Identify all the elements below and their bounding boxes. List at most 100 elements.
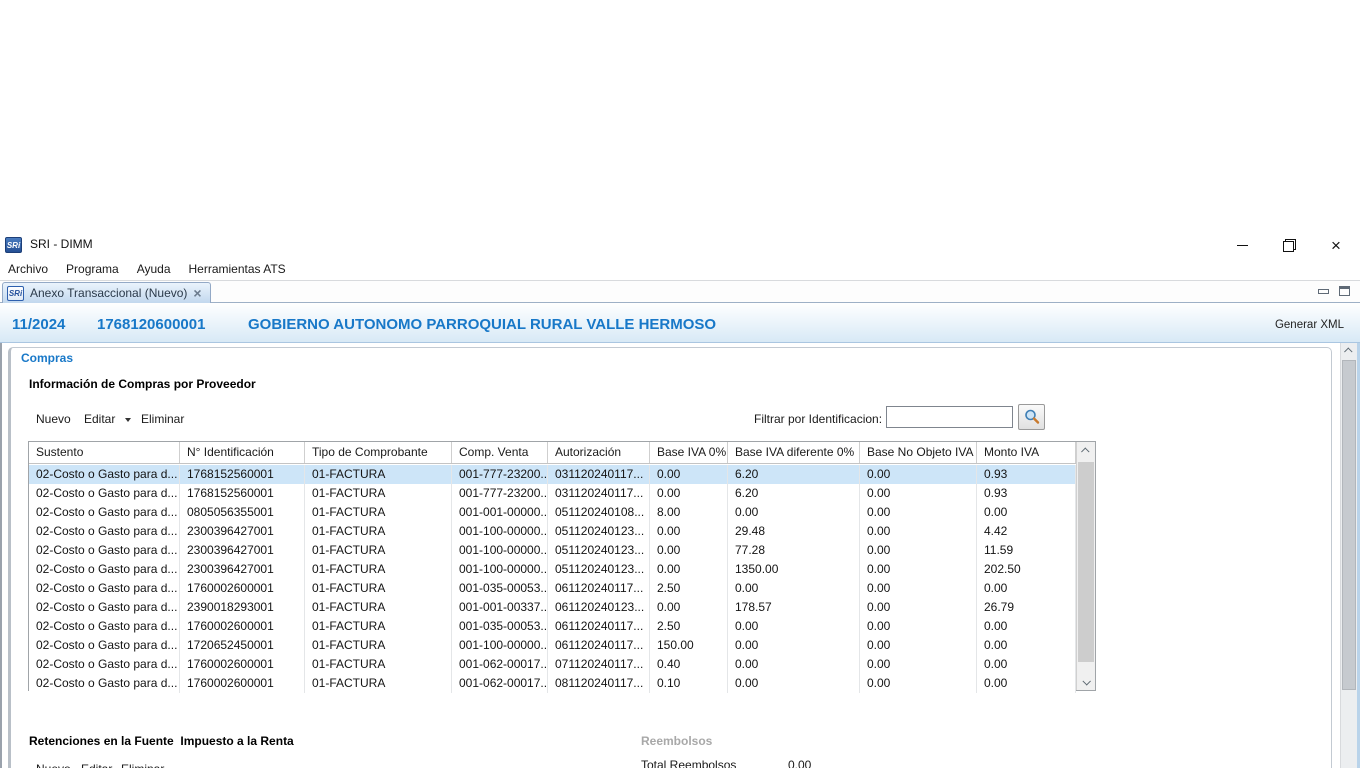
column-header[interactable]: Base IVA diferente 0% (728, 442, 860, 463)
tab-anexo-transaccional[interactable]: SRi Anexo Transaccional (Nuevo) × (2, 282, 211, 303)
filter-input[interactable] (886, 406, 1013, 428)
content-scrollbar[interactable] (1340, 343, 1357, 768)
retenciones-nuevo-button[interactable]: Nuevo (36, 762, 71, 768)
table-cell: 0805056355001 (180, 503, 305, 522)
table-row[interactable]: 02-Costo o Gasto para d...17681525600010… (29, 484, 1076, 503)
table-cell: 0.00 (860, 617, 977, 636)
table-cell: 0.00 (860, 560, 977, 579)
menu-ayuda[interactable]: Ayuda (137, 260, 180, 278)
table-row[interactable]: 02-Costo o Gasto para d...17600026000010… (29, 674, 1076, 693)
table-row[interactable]: 02-Costo o Gasto para d...23003964270010… (29, 560, 1076, 579)
table-cell: 001-100-00000... (452, 636, 548, 655)
table-cell: 0.00 (860, 598, 977, 617)
column-header[interactable]: Sustento (29, 442, 180, 463)
table-row[interactable]: 02-Costo o Gasto para d...17681525600010… (29, 465, 1076, 484)
table-cell: 0.00 (860, 579, 977, 598)
table-row[interactable]: 02-Costo o Gasto para d...23003964270010… (29, 541, 1076, 560)
table-cell: 202.50 (977, 560, 1076, 579)
table-cell: 001-100-00000... (452, 560, 548, 579)
content-area: Compras Información de Compras por Prove… (0, 343, 1360, 768)
taxpayer-name-label: GOBIERNO AUTONOMO PARROQUIAL RURAL VALLE… (248, 316, 716, 333)
table-cell: 0.40 (650, 655, 728, 674)
minimize-button[interactable] (1225, 232, 1259, 258)
column-header[interactable]: Base No Objeto IVA (860, 442, 977, 463)
editar-dropdown-icon[interactable] (125, 418, 131, 422)
app-logo-icon: SRi (5, 237, 22, 253)
table-scrollbar[interactable] (1076, 442, 1095, 690)
generar-xml-button[interactable]: Generar XML (1275, 319, 1344, 331)
table-cell: 0.00 (977, 503, 1076, 522)
close-button[interactable]: × (1319, 232, 1353, 258)
table-row[interactable]: 02-Costo o Gasto para d...08050563550010… (29, 503, 1076, 522)
table-cell: 01-FACTURA (305, 674, 452, 693)
column-header[interactable]: Tipo de Comprobante (305, 442, 452, 463)
tab-close-icon[interactable]: × (193, 286, 201, 300)
reembolsos-title: Reembolsos (641, 734, 712, 748)
menu-archivo[interactable]: Archivo (8, 260, 57, 278)
table-cell: 061120240117... (548, 617, 650, 636)
menu-herramientas-ats[interactable]: Herramientas ATS (189, 260, 295, 278)
retenciones-eliminar-button[interactable]: Eliminar (121, 762, 164, 768)
table-cell: 0.00 (650, 560, 728, 579)
table-cell: 1350.00 (728, 560, 860, 579)
table-cell: 02-Costo o Gasto para d... (29, 598, 180, 617)
table-cell: 2300396427001 (180, 560, 305, 579)
table-header-row: SustentoN° IdentificaciónTipo de Comprob… (29, 442, 1076, 464)
table-cell: 0.93 (977, 465, 1076, 484)
table-cell: 0.00 (860, 522, 977, 541)
table-cell: 0.00 (650, 465, 728, 484)
search-button[interactable] (1018, 404, 1045, 430)
table-row[interactable]: 02-Costo o Gasto para d...17600026000010… (29, 655, 1076, 674)
table-row[interactable]: 02-Costo o Gasto para d...17600026000010… (29, 579, 1076, 598)
column-header[interactable]: N° Identificación (180, 442, 305, 463)
table-cell: 0.00 (977, 655, 1076, 674)
scroll-down-button[interactable] (1077, 673, 1095, 690)
table-scrollbar-thumb[interactable] (1078, 462, 1094, 662)
table-row[interactable]: 02-Costo o Gasto para d...23900182930010… (29, 598, 1076, 617)
search-icon (1023, 408, 1041, 426)
table-cell: 0.00 (650, 598, 728, 617)
scroll-up-button[interactable] (1077, 442, 1095, 459)
editar-button[interactable]: Editar (84, 412, 115, 426)
ruc-label: 1768120600001 (97, 316, 205, 333)
restore-button[interactable] (1272, 232, 1306, 258)
window-controls: × (1225, 232, 1353, 258)
table-cell: 77.28 (728, 541, 860, 560)
table-row[interactable]: 02-Costo o Gasto para d...1760002600001 0… (29, 617, 1076, 636)
column-header[interactable]: Autorización (548, 442, 650, 463)
retenciones-editar-button[interactable]: Editar (81, 762, 112, 768)
table-cell: 1760002600001 (180, 617, 305, 636)
table-cell: 0.10 (650, 674, 728, 693)
table-cell: 0.00 (860, 465, 977, 484)
table-body: 02-Costo o Gasto para d...17681525600010… (29, 465, 1076, 693)
eliminar-button[interactable]: Eliminar (141, 412, 184, 426)
period-label: 11/2024 (12, 316, 65, 333)
table-row[interactable]: 02-Costo o Gasto para d...17206524500010… (29, 636, 1076, 655)
close-icon: × (1331, 237, 1341, 254)
table-cell: 001-001-00000... (452, 503, 548, 522)
tab-label: Anexo Transaccional (Nuevo) (30, 286, 187, 300)
content-scroll-up-button[interactable] (1341, 343, 1357, 358)
window-title: SRI - DIMM (30, 237, 93, 251)
column-header[interactable]: Comp. Venta (452, 442, 548, 463)
table-cell: 1760002600001 (180, 655, 305, 674)
menu-programa[interactable]: Programa (66, 260, 128, 278)
table-cell: 2300396427001 (180, 522, 305, 541)
chevron-up-icon (1081, 447, 1089, 455)
minimize-view-icon[interactable] (1318, 289, 1329, 294)
retenciones-title: Retenciones en la Fuente Impuesto a la R… (29, 734, 294, 748)
nuevo-button[interactable]: Nuevo (36, 412, 71, 426)
table-cell: 01-FACTURA (305, 465, 452, 484)
table-cell: 001-035-00053... (452, 617, 548, 636)
table-cell: 02-Costo o Gasto para d... (29, 617, 180, 636)
restore-icon (1283, 239, 1296, 252)
table-row[interactable]: 02-Costo o Gasto para d...23003964270010… (29, 522, 1076, 541)
table-cell: 01-FACTURA (305, 636, 452, 655)
content-scrollbar-thumb[interactable] (1342, 360, 1356, 690)
maximize-view-icon[interactable] (1339, 286, 1350, 296)
column-header[interactable]: Base IVA 0% (650, 442, 728, 463)
table-cell: 1720652450001 (180, 636, 305, 655)
column-header[interactable]: Monto IVA (977, 442, 1076, 463)
table-cell: 071120240117... (548, 655, 650, 674)
table-cell: 01-FACTURA (305, 655, 452, 674)
